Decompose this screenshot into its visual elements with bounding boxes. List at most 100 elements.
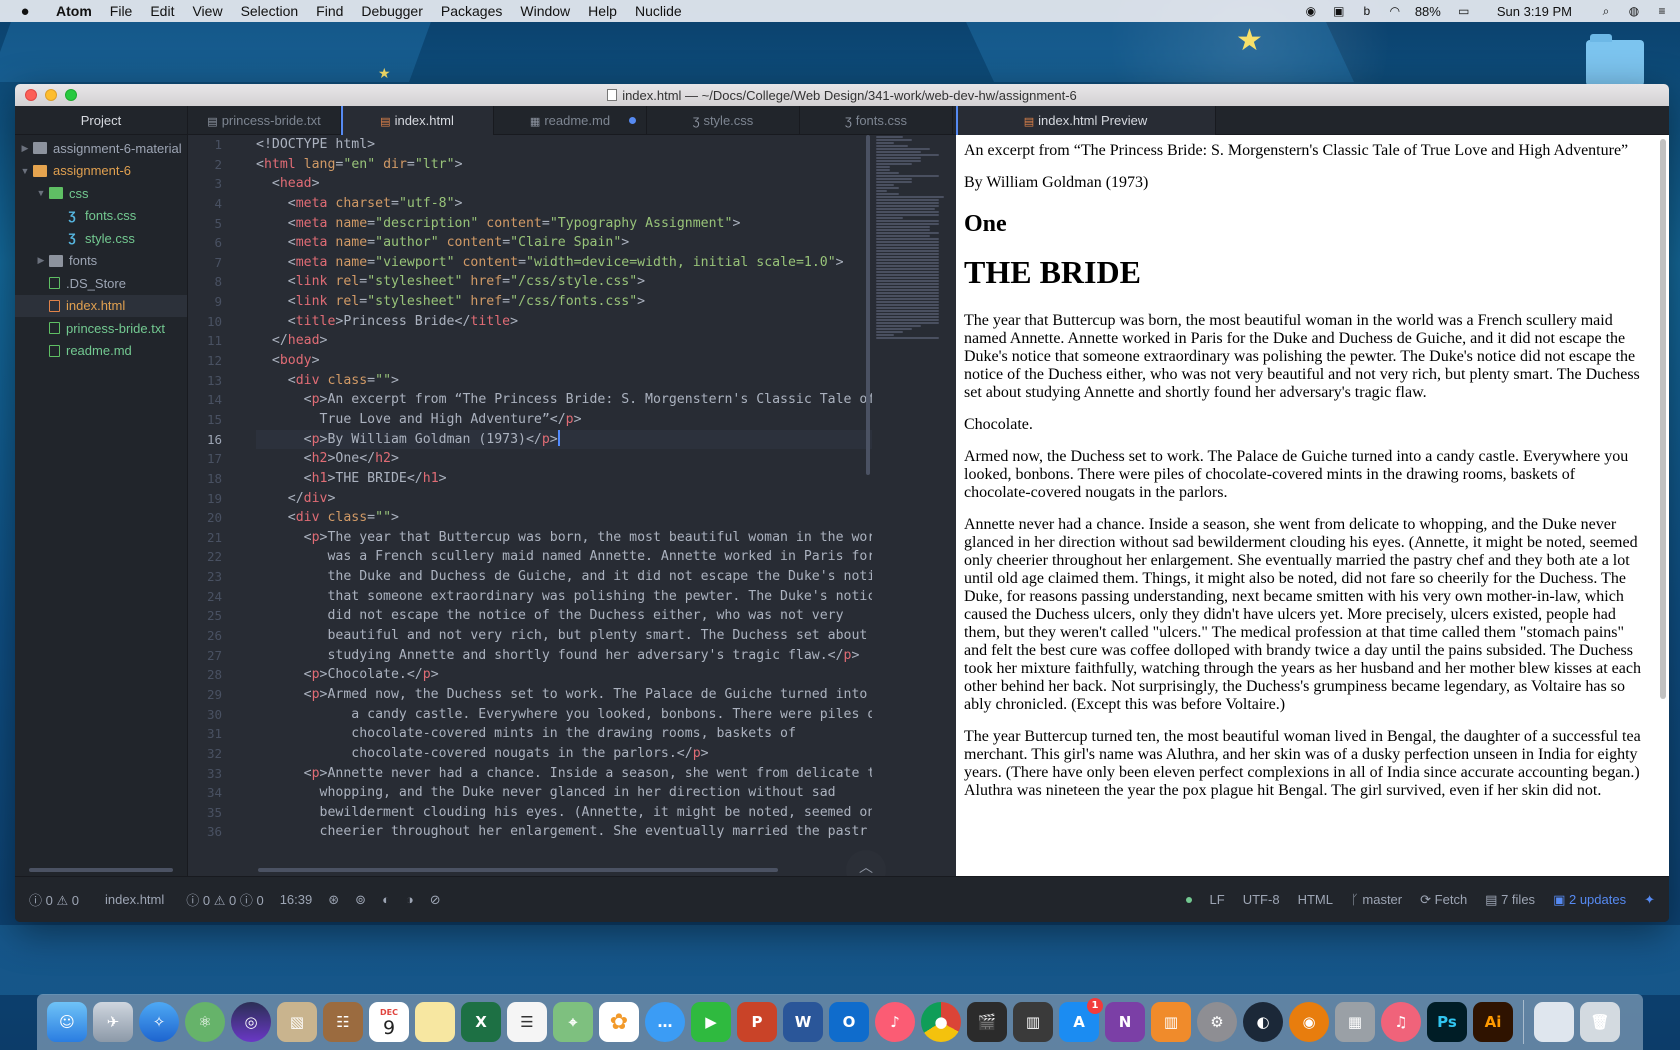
tab-fonts-css[interactable]: Ʒfonts.css — [800, 106, 953, 135]
creative-cloud-icon[interactable]: ◉ — [1303, 4, 1319, 18]
code-line[interactable]: True Love and High Adventure”</p> — [256, 410, 872, 430]
modified-indicator-icon[interactable] — [629, 117, 636, 124]
bing-icon[interactable]: b — [1359, 4, 1375, 18]
tree-item-princess-bride-txt[interactable]: princess-bride.txt — [15, 317, 187, 340]
menu-edit[interactable]: Edit — [141, 3, 183, 19]
tree-item-fonts[interactable]: ▶ fonts — [15, 250, 187, 273]
code-line[interactable]: <p>Chocolate.</p> — [256, 665, 872, 685]
code-line[interactable]: <head> — [256, 174, 872, 194]
outline-icon[interactable]: ◑ — [406, 892, 414, 907]
code-line[interactable]: <h2>One</h2> — [256, 449, 872, 469]
trash-icon[interactable]: 🗑 — [1580, 1002, 1620, 1042]
onenote-icon[interactable]: N — [1105, 1002, 1145, 1042]
code-line[interactable]: that someone extraordinary was polishing… — [256, 587, 872, 607]
desktop-folder-icon[interactable] — [1586, 34, 1644, 86]
debugger-icon[interactable]: ◐ — [382, 892, 390, 907]
cursor-position[interactable]: 16:39 — [280, 892, 313, 907]
app-store-icon[interactable]: A1 — [1059, 998, 1103, 1042]
blender-icon[interactable]: ◉ — [1289, 1002, 1329, 1042]
menu-debugger[interactable]: Debugger — [352, 3, 432, 19]
word-icon[interactable]: W — [783, 1002, 823, 1042]
photoshop-icon[interactable]: Ps — [1427, 1002, 1467, 1042]
tree-item-readme-md[interactable]: readme.md — [15, 340, 187, 363]
tree-item-assignment-6[interactable]: ▼ assignment-6 — [15, 160, 187, 183]
code-line[interactable]: </div> — [256, 489, 872, 509]
code-line[interactable]: was a French scullery maid named Annette… — [256, 547, 872, 567]
code-line[interactable]: did not escape the notice of the Duchess… — [256, 606, 872, 626]
code-line[interactable]: <html lang="en" dir="ltr"> — [256, 155, 872, 175]
tab-index-html[interactable]: ▤ index.html — [341, 106, 494, 135]
code-line[interactable]: <div class=""> — [256, 508, 872, 528]
atom-icon[interactable]: ⚛ — [185, 1002, 225, 1042]
bbedit-icon[interactable]: ▣ — [1331, 4, 1347, 18]
calendar-icon[interactable]: DEC 9 — [369, 1002, 409, 1042]
chrome-icon[interactable]: ⊚ — [355, 892, 366, 908]
git-changed-files[interactable]: ▤ 7 files — [1485, 892, 1535, 908]
excel-icon[interactable]: X — [461, 1002, 501, 1042]
system-preferences-icon[interactable]: ⚙ — [1197, 1002, 1237, 1042]
code-line[interactable]: <p>An excerpt from “The Princess Bride: … — [256, 390, 872, 410]
code-line[interactable]: <link rel="stylesheet" href="/css/style.… — [256, 272, 872, 292]
tree-item-assignment-6-material[interactable]: ▶ assignment-6-material — [15, 137, 187, 160]
code-line[interactable]: <meta name="author" content="Claire Spai… — [256, 233, 872, 253]
html-preview[interactable]: An excerpt from “The Princess Bride: S. … — [956, 135, 1669, 876]
minimize-window-button[interactable] — [45, 89, 57, 101]
preview-scrollbar[interactable] — [1660, 139, 1666, 699]
launchpad-icon[interactable]: ✈ — [93, 1002, 133, 1042]
code-line[interactable]: <title>Princess Bride</title> — [256, 312, 872, 332]
itunes-icon[interactable]: ♪ — [875, 1002, 915, 1042]
outlook-icon[interactable]: O — [829, 1002, 869, 1042]
menu-atom[interactable]: Atom — [40, 3, 101, 19]
photos-icon[interactable]: ✿ — [599, 1002, 639, 1042]
menu-help[interactable]: Help — [579, 3, 626, 19]
git-branch[interactable]: ᚴ master — [1351, 892, 1402, 907]
maximize-window-button[interactable] — [65, 89, 77, 101]
tab-index-html-preview[interactable]: ▤ index.html Preview — [956, 106, 1216, 135]
menu-file[interactable]: File — [101, 3, 142, 19]
reminders-icon[interactable]: ☰ — [507, 1002, 547, 1042]
menu-packages[interactable]: Packages — [432, 3, 511, 19]
code-line[interactable]: beautiful and not very rich, but plenty … — [256, 626, 872, 646]
menu-view[interactable]: View — [183, 3, 231, 19]
code-line[interactable]: bewilderment clouding his eyes. (Annette… — [256, 803, 872, 823]
menu-window[interactable]: Window — [511, 3, 579, 19]
tab-readme-md[interactable]: ▦ readme.md — [494, 106, 647, 135]
tree-item-ds-store[interactable]: .DS_Store — [15, 272, 187, 295]
notification-center-icon[interactable]: ≡ — [1654, 4, 1670, 18]
wifi-icon[interactable]: ◠ — [1387, 4, 1403, 18]
facetime-icon[interactable]: ▶ — [691, 1002, 731, 1042]
spotlight-search-icon[interactable]: ⌕ — [1598, 4, 1614, 18]
powerpoint-icon[interactable]: P — [737, 1002, 777, 1042]
feedback-icon[interactable]: ✦ — [1644, 892, 1655, 908]
line-number-gutter[interactable]: 1 2 3 4 5 6 7 8 9 10 11 12 13 14 15 16 1 — [188, 135, 246, 876]
code-line[interactable]: <meta name="viewport" content="width=dev… — [256, 253, 872, 273]
downloads-stack-icon[interactable] — [1534, 1002, 1574, 1042]
diagnostics-summary[interactable]: ⓘ 0 ⚠ 0 ⓘ 0 — [186, 890, 263, 909]
code-line[interactable]: <meta charset="utf-8"> — [256, 194, 872, 214]
books-icon[interactable]: ▥ — [1151, 1002, 1191, 1042]
editor-horizontal-scrollbar[interactable] — [258, 868, 778, 872]
linter-errors[interactable]: ⓘ 0 ⚠ 0 — [29, 890, 79, 909]
calculator-icon[interactable]: ▦ — [1335, 1002, 1375, 1042]
code-line[interactable]: <p>Armed now, the Duchess set to work. T… — [256, 685, 872, 705]
code-line[interactable]: <!DOCTYPE html> — [256, 135, 872, 155]
tab-princess-bride-txt[interactable]: ▤ princess-bride.txt — [188, 106, 341, 135]
code-line[interactable]: </head> — [256, 331, 872, 351]
code-line[interactable]: <p>By William Goldman (1973)</p> — [256, 429, 872, 450]
battery-percent[interactable]: 88% — [1415, 4, 1441, 19]
close-window-button[interactable] — [25, 89, 37, 101]
tree-horizontal-scrollbar[interactable] — [29, 868, 173, 872]
safari-icon[interactable]: ✧ — [139, 1002, 179, 1042]
itunes-store-icon[interactable]: ♫ — [1381, 1002, 1421, 1042]
menu-selection[interactable]: Selection — [232, 3, 308, 19]
messages-icon[interactable]: … — [645, 1002, 685, 1042]
chrome-dock-icon[interactable]: ● — [921, 1002, 961, 1042]
finder-icon[interactable]: ☺ — [47, 1002, 87, 1042]
compass-icon[interactable]: ⊘ — [430, 892, 441, 908]
code-line[interactable]: chocolate-covered nougats in the parlors… — [256, 744, 872, 764]
final-cut-icon[interactable]: 🎬 — [967, 1002, 1007, 1042]
tree-view-header[interactable]: Project — [15, 106, 187, 135]
chevron-right-icon[interactable]: ▶ — [17, 143, 33, 154]
code-line[interactable]: <p>Annette never had a chance. Inside a … — [256, 764, 872, 784]
tab-style-css[interactable]: Ʒstyle.css — [647, 106, 800, 135]
